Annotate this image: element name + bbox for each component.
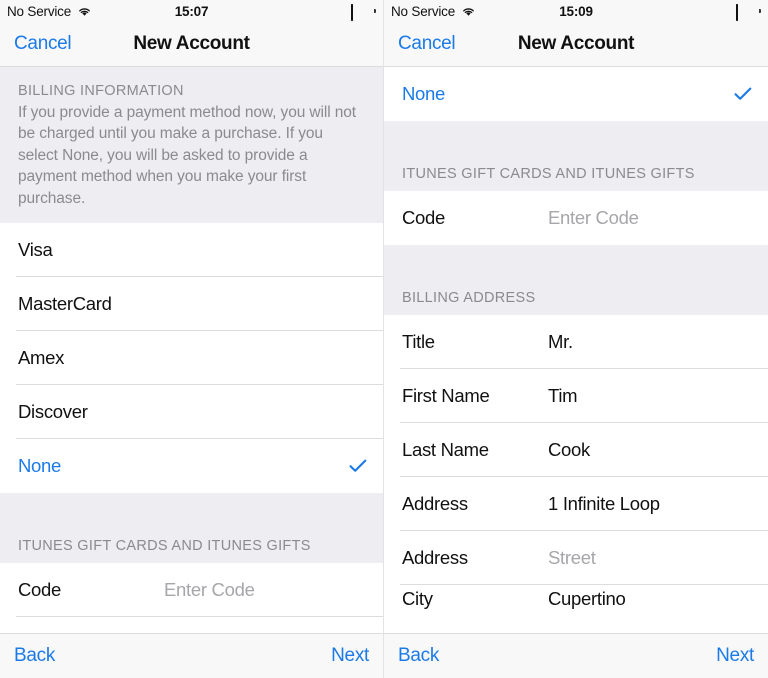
iphone-screen-left: No Service 15:07 Cancel New Account BILL… (0, 0, 384, 678)
code-label: Code (18, 578, 62, 600)
field-value[interactable]: 1 Infinite Loop (548, 493, 660, 515)
field-row-address-1[interactable]: Address 1 Infinite Loop (384, 477, 768, 531)
field-label: Address (402, 547, 468, 568)
field-value[interactable]: Tim (548, 385, 578, 407)
list-item-label: Visa (18, 238, 53, 260)
gift-cards-header: ITUNES GIFT CARDS AND ITUNES GIFTS (384, 121, 768, 191)
next-button[interactable]: Next (331, 645, 369, 667)
list-item-label: Discover (18, 400, 88, 422)
status-bar-right (351, 4, 376, 21)
bottom-toolbar: Back Next (0, 633, 383, 678)
field-row-title[interactable]: Title Mr. (384, 315, 768, 369)
list-item-amex[interactable]: Amex (0, 330, 383, 385)
field-value[interactable]: Cook (548, 439, 590, 461)
scroll-content[interactable]: None ITUNES GIFT CARDS AND ITUNES GIFTS … (384, 67, 768, 633)
field-row-city[interactable]: City Cupertino (384, 585, 768, 613)
list-item-none[interactable]: None (384, 67, 768, 121)
section-title-gift-cards: ITUNES GIFT CARDS AND ITUNES GIFTS (402, 166, 695, 182)
gift-cards-header: ITUNES GIFT CARDS AND ITUNES GIFTS (0, 492, 383, 563)
field-value[interactable]: Mr. (548, 331, 573, 353)
code-row[interactable]: Code Enter Code (0, 562, 383, 617)
billing-address-form: Title Mr. First Name Tim Last Name Cook … (384, 315, 768, 613)
navigation-bar: Cancel New Account (0, 22, 383, 67)
iphone-screen-right: No Service 15:09 Cancel New Account None… (384, 0, 768, 678)
clock-label: 15:07 (174, 3, 209, 19)
checkmark-icon (349, 459, 367, 473)
list-item-none[interactable]: None (0, 438, 383, 493)
status-bar-right (736, 4, 761, 21)
billing-information-description: If you provide a payment method now, you… (18, 104, 357, 207)
field-value[interactable]: Cupertino (548, 588, 626, 610)
scroll-content[interactable]: BILLING INFORMATION If you provide a pay… (0, 67, 383, 633)
navigation-bar: Cancel New Account (384, 22, 768, 67)
list-item-discover[interactable]: Discover (0, 384, 383, 439)
dual-screenshot-container: No Service 15:07 Cancel New Account BILL… (0, 0, 768, 678)
list-item-visa[interactable]: Visa (0, 222, 383, 277)
list-item-label: None (402, 83, 446, 104)
list-item-label: Amex (18, 346, 65, 368)
field-label: Title (402, 331, 435, 352)
battery-full-icon (351, 4, 376, 21)
bottom-toolbar: Back Next (384, 633, 768, 678)
section-title-billing-address: BILLING ADDRESS (402, 290, 536, 306)
field-row-last-name[interactable]: Last Name Cook (384, 423, 768, 477)
checkmark-icon (734, 87, 752, 101)
status-bar: No Service 15:07 (0, 0, 383, 22)
page-title: New Account (133, 33, 250, 54)
section-title-gift-cards: ITUNES GIFT CARDS AND ITUNES GIFTS (18, 537, 311, 554)
back-button[interactable]: Back (398, 645, 439, 667)
code-row[interactable]: Code Enter Code (384, 191, 768, 245)
section-title-billing-information: BILLING INFORMATION (18, 83, 184, 99)
status-bar: No Service 15:09 (384, 0, 768, 22)
field-label: First Name (402, 385, 490, 406)
code-input[interactable]: Enter Code (164, 579, 255, 601)
field-label: City (402, 588, 433, 609)
back-button[interactable]: Back (14, 645, 55, 667)
next-button[interactable]: Next (716, 645, 754, 667)
code-label: Code (402, 207, 446, 228)
payment-method-list: Visa MasterCard Amex Discover None (0, 222, 383, 493)
code-input[interactable]: Enter Code (548, 207, 639, 229)
field-row-address-2[interactable]: Address Street (384, 531, 768, 585)
list-item-mastercard[interactable]: MasterCard (0, 276, 383, 331)
field-label: Last Name (402, 439, 489, 460)
list-item-label: None (18, 454, 62, 476)
clock-label: 15:09 (559, 3, 593, 19)
field-label: Address (402, 493, 468, 514)
billing-address-header: BILLING ADDRESS (384, 245, 768, 315)
page-title: New Account (517, 33, 635, 54)
battery-full-icon (736, 4, 761, 21)
billing-information-header: BILLING INFORMATION If you provide a pay… (0, 67, 383, 223)
field-row-first-name[interactable]: First Name Tim (384, 369, 768, 423)
field-value[interactable]: Street (548, 547, 596, 569)
list-item-label: MasterCard (18, 292, 112, 314)
